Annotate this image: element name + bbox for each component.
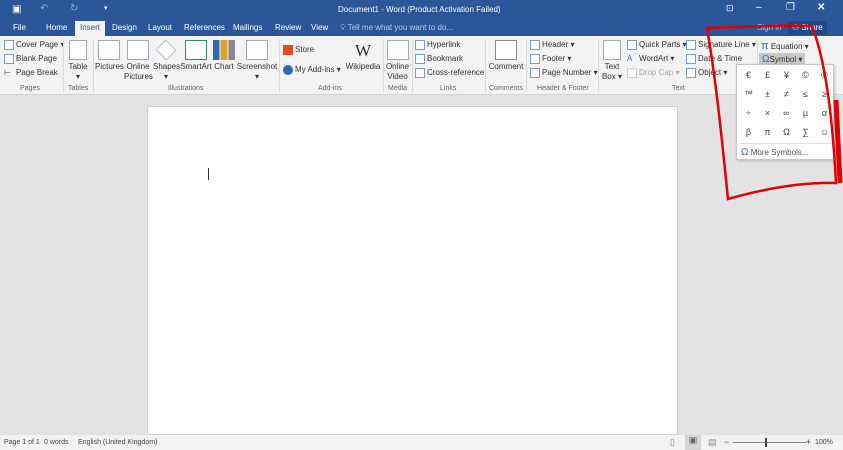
web-layout-icon[interactable]: ▤ [708, 437, 717, 448]
page-count[interactable]: Page 1 of 1 [4, 439, 40, 446]
annotation-stroke [833, 99, 843, 184]
zoom-slider[interactable] [733, 442, 807, 443]
red-annotation [705, 24, 843, 201]
zoom-level[interactable]: 100% [815, 439, 833, 446]
annotation-outline [705, 24, 838, 201]
print-layout-icon[interactable]: ▣ [685, 435, 701, 450]
read-mode-icon[interactable]: ▯ [670, 437, 675, 448]
language[interactable]: English (United Kingdom) [78, 439, 157, 446]
word-count[interactable]: 0 words [44, 439, 69, 446]
zoom-in-button[interactable]: + [806, 437, 811, 447]
zoom-slider-thumb[interactable] [765, 438, 767, 447]
status-bar: Page 1 of 1 0 words English (United King… [0, 435, 843, 450]
zoom-out-button[interactable]: − [724, 437, 729, 447]
